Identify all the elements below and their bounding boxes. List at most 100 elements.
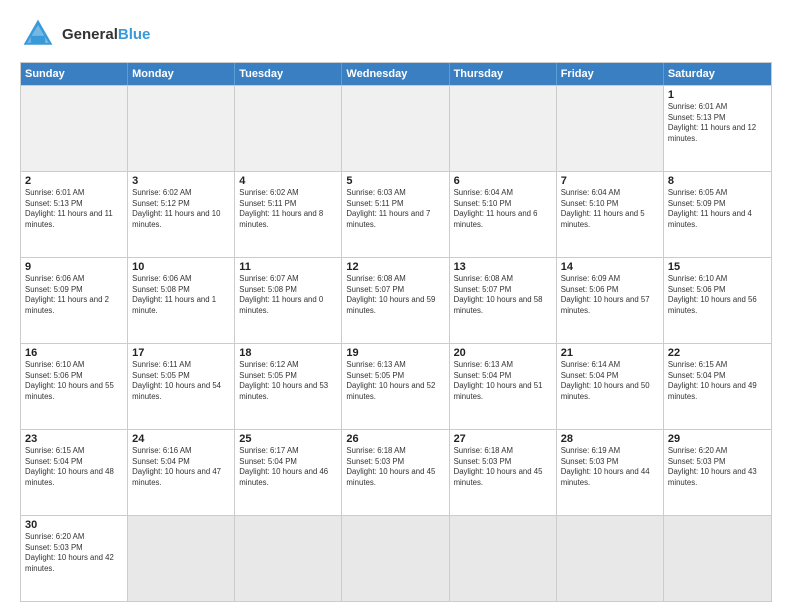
week-row-4: 23Sunrise: 6:15 AMSunset: 5:04 PMDayligh… (21, 429, 771, 515)
calendar-cell: 12Sunrise: 6:08 AMSunset: 5:07 PMDayligh… (342, 258, 449, 343)
calendar-cell: 6Sunrise: 6:04 AMSunset: 5:10 PMDaylight… (450, 172, 557, 257)
calendar-cell: 22Sunrise: 6:15 AMSunset: 5:04 PMDayligh… (664, 344, 771, 429)
cell-day-number: 7 (561, 175, 659, 187)
cell-day-number: 9 (25, 261, 123, 273)
cell-day-number: 3 (132, 175, 230, 187)
cell-info: Sunrise: 6:17 AMSunset: 5:04 PMDaylight:… (239, 446, 337, 488)
cell-info: Sunrise: 6:06 AMSunset: 5:08 PMDaylight:… (132, 274, 230, 316)
cell-day-number: 22 (668, 347, 767, 359)
calendar-cell (450, 516, 557, 601)
logo-icon (20, 16, 56, 52)
cell-day-number: 29 (668, 433, 767, 445)
cell-day-number: 23 (25, 433, 123, 445)
cell-info: Sunrise: 6:10 AMSunset: 5:06 PMDaylight:… (25, 360, 123, 402)
cell-day-number: 19 (346, 347, 444, 359)
cell-info: Sunrise: 6:09 AMSunset: 5:06 PMDaylight:… (561, 274, 659, 316)
cell-info: Sunrise: 6:04 AMSunset: 5:10 PMDaylight:… (454, 188, 552, 230)
calendar: SundayMondayTuesdayWednesdayThursdayFrid… (20, 62, 772, 602)
calendar-cell: 20Sunrise: 6:13 AMSunset: 5:04 PMDayligh… (450, 344, 557, 429)
cell-info: Sunrise: 6:08 AMSunset: 5:07 PMDaylight:… (454, 274, 552, 316)
cell-info: Sunrise: 6:19 AMSunset: 5:03 PMDaylight:… (561, 446, 659, 488)
cell-day-number: 5 (346, 175, 444, 187)
calendar-cell: 2Sunrise: 6:01 AMSunset: 5:13 PMDaylight… (21, 172, 128, 257)
calendar-cell (128, 516, 235, 601)
cell-info: Sunrise: 6:15 AMSunset: 5:04 PMDaylight:… (25, 446, 123, 488)
cell-info: Sunrise: 6:02 AMSunset: 5:12 PMDaylight:… (132, 188, 230, 230)
cell-day-number: 18 (239, 347, 337, 359)
day-headers: SundayMondayTuesdayWednesdayThursdayFrid… (21, 63, 771, 85)
calendar-cell: 10Sunrise: 6:06 AMSunset: 5:08 PMDayligh… (128, 258, 235, 343)
cell-day-number: 25 (239, 433, 337, 445)
cell-day-number: 1 (668, 89, 767, 101)
cell-day-number: 12 (346, 261, 444, 273)
calendar-cell (450, 86, 557, 171)
calendar-cell: 29Sunrise: 6:20 AMSunset: 5:03 PMDayligh… (664, 430, 771, 515)
cell-day-number: 2 (25, 175, 123, 187)
calendar-cell: 5Sunrise: 6:03 AMSunset: 5:11 PMDaylight… (342, 172, 449, 257)
cell-info: Sunrise: 6:03 AMSunset: 5:11 PMDaylight:… (346, 188, 444, 230)
cell-day-number: 20 (454, 347, 552, 359)
calendar-cell: 16Sunrise: 6:10 AMSunset: 5:06 PMDayligh… (21, 344, 128, 429)
calendar-cell: 1Sunrise: 6:01 AMSunset: 5:13 PMDaylight… (664, 86, 771, 171)
cell-info: Sunrise: 6:13 AMSunset: 5:05 PMDaylight:… (346, 360, 444, 402)
logo: GeneralBlue (20, 16, 150, 52)
cell-info: Sunrise: 6:11 AMSunset: 5:05 PMDaylight:… (132, 360, 230, 402)
cell-day-number: 4 (239, 175, 337, 187)
cell-day-number: 10 (132, 261, 230, 273)
cell-info: Sunrise: 6:15 AMSunset: 5:04 PMDaylight:… (668, 360, 767, 402)
calendar-cell: 11Sunrise: 6:07 AMSunset: 5:08 PMDayligh… (235, 258, 342, 343)
week-row-0: 1Sunrise: 6:01 AMSunset: 5:13 PMDaylight… (21, 85, 771, 171)
cell-day-number: 24 (132, 433, 230, 445)
cell-day-number: 17 (132, 347, 230, 359)
cell-info: Sunrise: 6:06 AMSunset: 5:09 PMDaylight:… (25, 274, 123, 316)
calendar-cell (235, 516, 342, 601)
calendar-cell: 7Sunrise: 6:04 AMSunset: 5:10 PMDaylight… (557, 172, 664, 257)
week-row-3: 16Sunrise: 6:10 AMSunset: 5:06 PMDayligh… (21, 343, 771, 429)
calendar-cell: 24Sunrise: 6:16 AMSunset: 5:04 PMDayligh… (128, 430, 235, 515)
calendar-cell: 8Sunrise: 6:05 AMSunset: 5:09 PMDaylight… (664, 172, 771, 257)
cell-day-number: 13 (454, 261, 552, 273)
cell-day-number: 11 (239, 261, 337, 273)
cell-info: Sunrise: 6:13 AMSunset: 5:04 PMDaylight:… (454, 360, 552, 402)
calendar-cell: 15Sunrise: 6:10 AMSunset: 5:06 PMDayligh… (664, 258, 771, 343)
cell-info: Sunrise: 6:18 AMSunset: 5:03 PMDaylight:… (346, 446, 444, 488)
calendar-cell: 14Sunrise: 6:09 AMSunset: 5:06 PMDayligh… (557, 258, 664, 343)
logo-text: GeneralBlue (62, 26, 150, 43)
cell-day-number: 26 (346, 433, 444, 445)
week-row-2: 9Sunrise: 6:06 AMSunset: 5:09 PMDaylight… (21, 257, 771, 343)
week-row-5: 30Sunrise: 6:20 AMSunset: 5:03 PMDayligh… (21, 515, 771, 601)
calendar-cell (557, 86, 664, 171)
day-header-monday: Monday (128, 63, 235, 85)
cell-day-number: 27 (454, 433, 552, 445)
week-row-1: 2Sunrise: 6:01 AMSunset: 5:13 PMDaylight… (21, 171, 771, 257)
calendar-cell: 25Sunrise: 6:17 AMSunset: 5:04 PMDayligh… (235, 430, 342, 515)
calendar-cell (342, 86, 449, 171)
day-header-friday: Friday (557, 63, 664, 85)
calendar-cell (128, 86, 235, 171)
calendar-cell: 9Sunrise: 6:06 AMSunset: 5:09 PMDaylight… (21, 258, 128, 343)
header: GeneralBlue (20, 16, 772, 52)
cell-info: Sunrise: 6:12 AMSunset: 5:05 PMDaylight:… (239, 360, 337, 402)
cell-day-number: 21 (561, 347, 659, 359)
day-header-saturday: Saturday (664, 63, 771, 85)
weeks: 1 Sunrise: 6:01 AMSunset: 5:13 PMDaylight… (21, 85, 771, 601)
calendar-cell: 26Sunrise: 6:18 AMSunset: 5:03 PMDayligh… (342, 430, 449, 515)
day-header-sunday: Sunday (21, 63, 128, 85)
calendar-cell: 30Sunrise: 6:20 AMSunset: 5:03 PMDayligh… (21, 516, 128, 601)
cell-info: Sunrise: 6:16 AMSunset: 5:04 PMDaylight:… (132, 446, 230, 488)
calendar-cell: 4Sunrise: 6:02 AMSunset: 5:11 PMDaylight… (235, 172, 342, 257)
cell-info: Sunrise: 6:08 AMSunset: 5:07 PMDaylight:… (346, 274, 444, 316)
cell-info: Sunrise: 6:10 AMSunset: 5:06 PMDaylight:… (668, 274, 767, 316)
cell-info: Sunrise: 6:07 AMSunset: 5:08 PMDaylight:… (239, 274, 337, 316)
day-header-tuesday: Tuesday (235, 63, 342, 85)
calendar-cell: 18Sunrise: 6:12 AMSunset: 5:05 PMDayligh… (235, 344, 342, 429)
cell-info: Sunrise: 6:14 AMSunset: 5:04 PMDaylight:… (561, 360, 659, 402)
page: GeneralBlue SundayMondayTuesdayWednesday… (0, 0, 792, 612)
cell-day-number: 6 (454, 175, 552, 187)
cell-day-number: 30 (25, 519, 123, 531)
cell-info: Sunrise: 6:20 AMSunset: 5:03 PMDaylight:… (25, 532, 123, 574)
cell-info: Sunrise: 6:01 AMSunset: 5:13 PMDaylight:… (25, 188, 123, 230)
calendar-cell: 23Sunrise: 6:15 AMSunset: 5:04 PMDayligh… (21, 430, 128, 515)
cell-info: Sunrise: 6:04 AMSunset: 5:10 PMDaylight:… (561, 188, 659, 230)
calendar-cell: 17Sunrise: 6:11 AMSunset: 5:05 PMDayligh… (128, 344, 235, 429)
